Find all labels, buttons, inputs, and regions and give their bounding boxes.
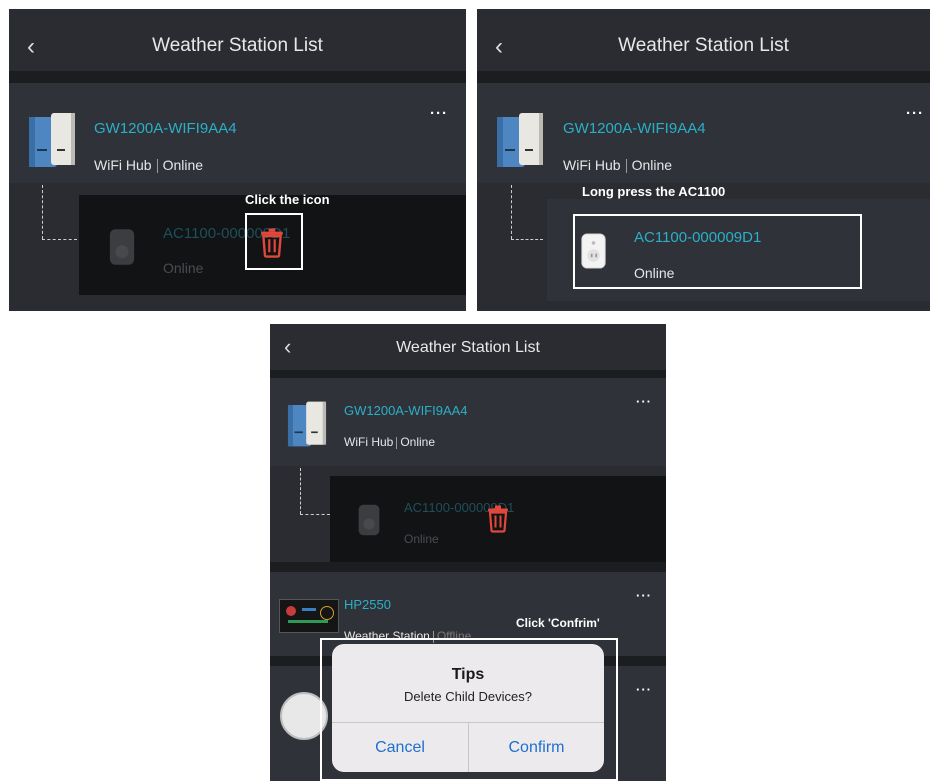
gateway-type: WiFi Hub: [563, 157, 621, 173]
page-title: Weather Station List: [618, 35, 789, 56]
ac1100-icon: [357, 502, 381, 538]
gateway-row[interactable]: GW1200A-WIFI9AA4 WiFi Hub Online ···: [9, 83, 466, 183]
confirm-button[interactable]: Confirm: [469, 739, 604, 757]
ac1100-icon: [108, 227, 136, 267]
more-menu-icon[interactable]: ···: [636, 682, 652, 697]
gateway-row[interactable]: GW1200A-WIFI9AA4 WiFi Hub Online ···: [477, 83, 930, 183]
gateway-type-status: WiFi Hub Online: [563, 157, 673, 174]
connector-line: [42, 185, 43, 239]
station-name: HP2550: [344, 597, 391, 612]
instruction-label: Click 'Confrim': [516, 616, 600, 630]
delete-confirm-dialog: Tips Delete Child Devices? Cancel Confir…: [332, 644, 604, 772]
more-menu-icon[interactable]: ···: [636, 394, 652, 409]
dialog-title: Tips: [451, 666, 485, 683]
page-title: Weather Station List: [396, 339, 540, 356]
trash-icon[interactable]: [486, 504, 510, 533]
gateway-status: Online: [400, 435, 436, 449]
divider: [396, 436, 398, 449]
instruction-label: Click the icon: [245, 192, 330, 207]
connector-line: [42, 239, 77, 240]
screenshot-panel-3: ‹ Weather Station List GW1200A-WIFI9AA4 …: [270, 324, 666, 781]
gateway-row[interactable]: GW1200A-WIFI9AA4 WiFi Hub Online ···: [270, 378, 666, 466]
child-status: Online: [163, 260, 204, 276]
gateway-name: GW1200A-WIFI9AA4: [563, 120, 706, 137]
child-status: Online: [404, 532, 439, 546]
gateway-status: Online: [631, 157, 673, 173]
more-menu-icon[interactable]: ···: [636, 588, 652, 603]
gateway-type-status: WiFi Hub Online: [94, 157, 204, 174]
screenshot-panel-1: ‹ Weather Station List GW1200A-WIFI9AA4 …: [9, 9, 466, 311]
instruction-label: Long press the AC1100: [582, 184, 726, 199]
connector-line: [300, 468, 301, 514]
trash-icon[interactable]: [259, 227, 285, 258]
top-bar: ‹ Weather Station List: [270, 324, 666, 370]
connector-line: [511, 185, 512, 239]
gateway-type: WiFi Hub: [344, 435, 394, 449]
hub-device-icon: [495, 111, 545, 169]
gateway-status: Online: [162, 157, 204, 173]
connector-line: [300, 514, 330, 515]
station-display-image: [279, 599, 339, 633]
more-menu-icon[interactable]: ···: [906, 105, 924, 122]
top-bar: ‹ Weather Station List: [9, 9, 466, 71]
hub-device-icon: [27, 111, 77, 169]
page-title: Weather Station List: [152, 35, 323, 56]
divider: [270, 370, 666, 378]
highlight-box: [573, 214, 862, 289]
more-menu-icon[interactable]: ···: [430, 105, 448, 122]
divider: [270, 562, 666, 572]
divider: [156, 159, 158, 174]
hub-device-icon: [286, 400, 328, 448]
divider: [9, 71, 466, 83]
cancel-button[interactable]: Cancel: [332, 739, 468, 757]
gateway-name: GW1200A-WIFI9AA4: [344, 403, 468, 418]
divider: [625, 159, 627, 174]
gateway-type: WiFi Hub: [94, 157, 152, 173]
connector-line: [511, 239, 543, 240]
gateway-name: GW1200A-WIFI9AA4: [94, 120, 237, 137]
top-bar: ‹ Weather Station List: [477, 9, 930, 71]
gateway-type-status: WiFi Hub Online: [344, 435, 435, 449]
screenshot-panel-2: ‹ Weather Station List GW1200A-WIFI9AA4 …: [477, 9, 930, 311]
dialog-message: Delete Child Devices?: [404, 689, 532, 704]
divider: [477, 71, 930, 83]
